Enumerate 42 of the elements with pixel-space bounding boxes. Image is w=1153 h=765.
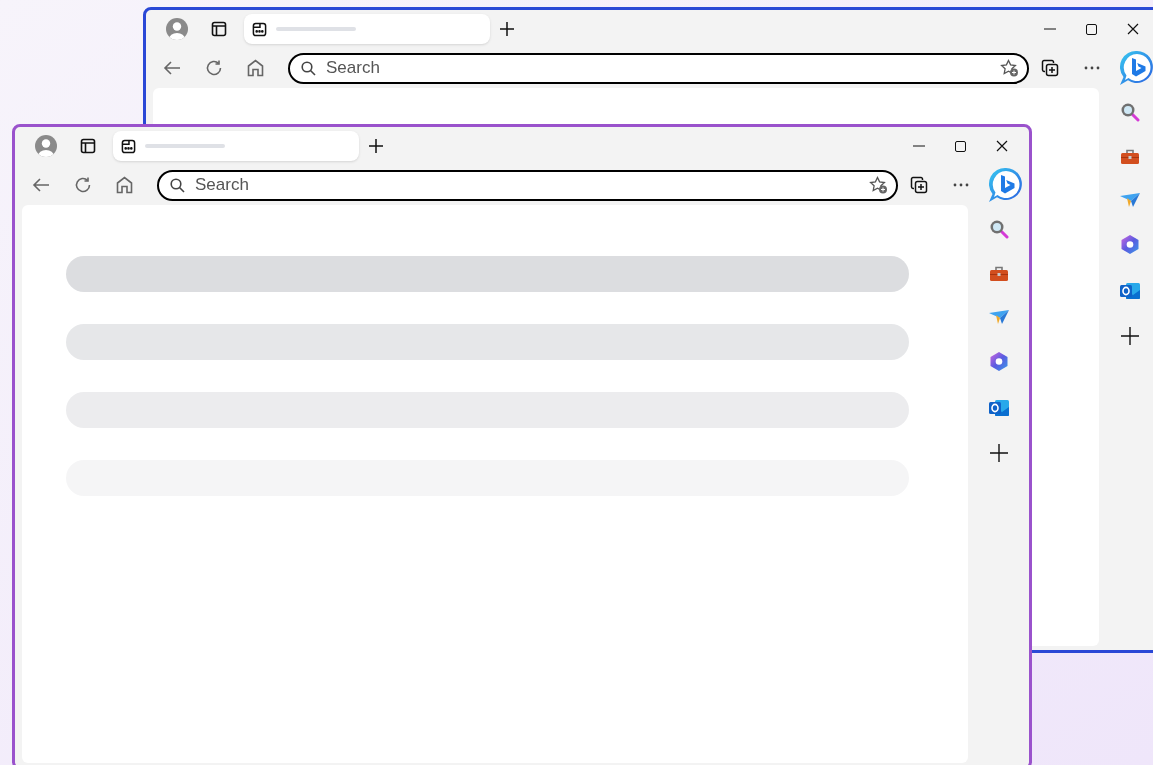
tab-actions-icon[interactable] [80,138,96,154]
add-favorite-icon[interactable] [869,175,888,194]
page-icon [252,21,267,37]
close-icon[interactable] [996,140,1008,152]
chat-logo-icon[interactable] [1118,49,1153,87]
maximize-icon[interactable] [955,140,966,152]
add-tool-icon[interactable] [989,444,1008,462]
mail-icon[interactable] [987,398,1010,418]
maximize-icon[interactable] [1086,23,1097,35]
search-tool-icon[interactable] [988,219,1009,239]
add-tool-icon[interactable] [1120,327,1139,345]
back-icon[interactable] [32,177,50,193]
collections-icon[interactable] [1041,59,1059,77]
toolbox-icon[interactable] [988,265,1009,283]
office-icon[interactable] [988,351,1009,372]
profile-avatar-icon[interactable] [34,134,58,158]
search-tool-icon[interactable] [1119,102,1140,122]
home-icon[interactable] [116,176,133,194]
refresh-icon[interactable] [74,176,92,194]
more-icon[interactable] [953,183,969,187]
tab-actions-icon[interactable] [211,21,227,37]
paper-plane-icon[interactable] [1118,192,1141,208]
mail-icon[interactable] [1118,281,1141,301]
toolbox-icon[interactable] [1119,148,1140,166]
refresh-icon[interactable] [205,59,223,77]
search-field[interactable]: Search [288,52,1029,84]
close-icon[interactable] [1127,23,1139,35]
search-field[interactable]: Search [157,169,898,201]
office-icon[interactable] [1119,234,1140,255]
chat-logo-icon[interactable] [987,166,1025,204]
more-icon[interactable] [1084,66,1100,70]
collections-icon[interactable] [910,176,928,194]
search-icon [170,177,185,193]
new-tab-icon[interactable] [368,138,384,154]
paper-plane-icon[interactable] [987,309,1010,325]
back-icon[interactable] [163,60,181,76]
profile-avatar-icon[interactable] [165,17,189,41]
page-icon [121,138,136,154]
home-icon[interactable] [247,59,264,77]
new-tab-icon[interactable] [499,21,515,37]
add-favorite-icon[interactable] [1000,58,1019,77]
search-icon [301,60,316,76]
